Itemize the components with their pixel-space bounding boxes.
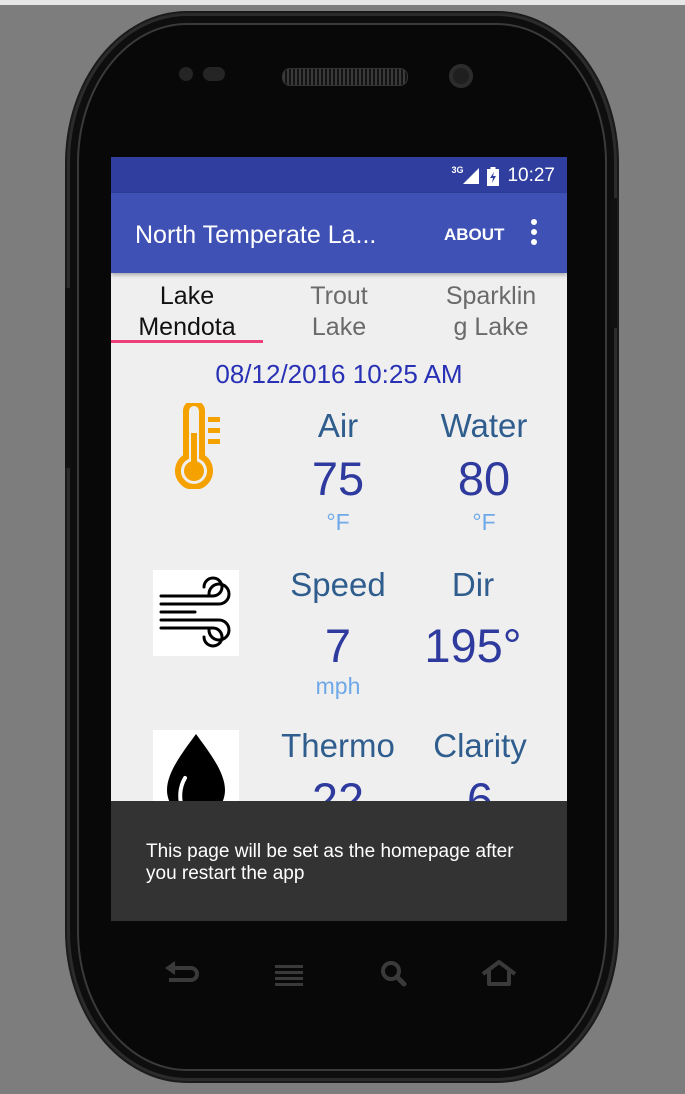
thermometer-icon <box>152 400 238 490</box>
volume-button[interactable] <box>65 288 71 468</box>
earpiece-speaker <box>282 68 408 86</box>
more-vert-icon[interactable] <box>529 217 539 247</box>
speed-label: Speed <box>290 566 386 603</box>
menu-icon[interactable] <box>259 954 319 994</box>
speed-value: 7 <box>324 619 352 672</box>
dir-label: Dir <box>451 566 495 603</box>
wind-icon <box>153 570 239 656</box>
air-unit: °F <box>326 509 350 535</box>
tab-trout-lake[interactable]: Trout Lake <box>263 281 415 343</box>
tab-sparkling-lake[interactable]: Sparklin g Lake <box>415 281 567 343</box>
emulator-top-strip <box>0 0 685 5</box>
reading-datetime: 08/12/2016 10:25 AM <box>215 359 463 389</box>
about-button[interactable]: ABOUT <box>444 225 504 245</box>
water-value: 80 <box>457 452 511 505</box>
app-title: North Temperate La... <box>135 221 377 249</box>
toast-message: This page will be set as the homepage af… <box>146 841 514 884</box>
battery-icon <box>487 166 500 186</box>
lake-tabs: Lake Mendota Trout Lake Sparklin g Lake <box>111 273 567 347</box>
home-icon[interactable] <box>469 954 529 994</box>
front-camera <box>449 64 473 88</box>
tab-lake-mendota[interactable]: Lake Mendota <box>111 281 263 343</box>
water-unit: °F <box>472 509 496 535</box>
status-bar: 3G 10:27 <box>111 157 567 193</box>
homepage-toast: This page will be set as the homepage af… <box>111 801 567 921</box>
clock: 10:27 <box>507 165 555 186</box>
search-icon[interactable] <box>363 954 423 994</box>
clarity-label: Clarity <box>433 727 527 764</box>
thermo-label: Thermo <box>281 727 395 764</box>
navigation-bar <box>111 940 567 1010</box>
app-bar: North Temperate La... ABOUT <box>111 193 567 273</box>
power-button[interactable] <box>611 198 617 328</box>
network-type: 3G <box>451 165 464 175</box>
air-value: 75 <box>311 452 365 505</box>
air-label: Air <box>317 407 359 444</box>
signal-icon <box>463 168 480 184</box>
app-screen: 3G 10:27 North Temperate La... ABOUT Lak… <box>111 157 567 921</box>
speed-unit: mph <box>315 673 361 699</box>
dir-value: 195° <box>424 619 522 672</box>
back-icon[interactable] <box>151 954 211 994</box>
water-label: Water <box>440 407 528 444</box>
tab-indicator <box>111 340 263 343</box>
